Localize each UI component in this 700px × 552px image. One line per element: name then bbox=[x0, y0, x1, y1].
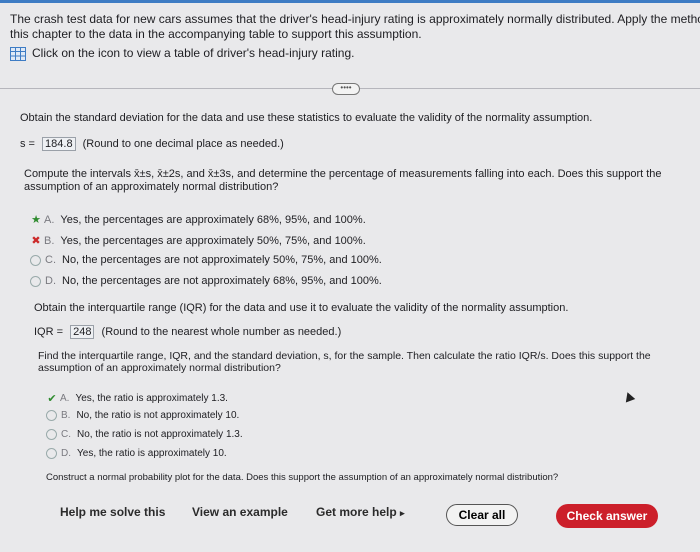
help-me-solve-button[interactable]: Help me solve this bbox=[60, 505, 165, 519]
part2-option-b[interactable]: ✖ B. Yes, the percentages are approximat… bbox=[30, 234, 366, 248]
expand-more-button[interactable]: •••• bbox=[332, 83, 360, 95]
option-letter: B. bbox=[61, 410, 71, 421]
part4-option-b[interactable]: B. No, the ratio is not approximately 10… bbox=[46, 410, 239, 421]
option-letter: C. bbox=[45, 254, 56, 266]
part4-option-d[interactable]: D. Yes, the ratio is approximately 10. bbox=[46, 448, 227, 459]
iqr-label: IQR = bbox=[34, 326, 64, 338]
option-text: Yes, the ratio is approximately 10. bbox=[77, 448, 227, 459]
data-table-link[interactable]: Click on the icon to view a table of dri… bbox=[10, 46, 700, 61]
part4-option-a[interactable]: ✔ A. Yes, the ratio is approximately 1.3… bbox=[46, 392, 228, 405]
option-text: Yes, the percentages are approximately 6… bbox=[60, 213, 366, 226]
part4-option-c[interactable]: C. No, the ratio is not approximately 1.… bbox=[46, 429, 243, 440]
option-letter: D. bbox=[61, 448, 71, 459]
data-table-link-label[interactable]: Click on the icon to view a table of dri… bbox=[32, 46, 354, 61]
part1-question: Obtain the standard deviation for the da… bbox=[20, 112, 593, 124]
part3-question: Obtain the interquartile range (IQR) for… bbox=[34, 302, 569, 314]
option-letter: A. bbox=[44, 213, 55, 226]
correct-check-icon: ★ bbox=[31, 214, 41, 226]
option-text: No, the percentages are not approximatel… bbox=[62, 275, 382, 287]
intro-line-2: this chapter to the data in the accompan… bbox=[10, 27, 422, 41]
s-hint: (Round to one decimal place as needed.) bbox=[82, 138, 284, 150]
clear-all-button[interactable]: Clear all bbox=[446, 504, 518, 526]
radio-button[interactable] bbox=[46, 448, 57, 459]
option-letter: D. bbox=[45, 275, 56, 287]
top-accent-bar bbox=[0, 0, 700, 3]
radio-button[interactable] bbox=[46, 410, 57, 421]
part2-question-line-1: Compute the intervals x̄±s, x̄±2s, and x… bbox=[24, 168, 662, 180]
incorrect-x-icon: ✖ bbox=[31, 235, 41, 247]
option-letter: C. bbox=[61, 429, 71, 440]
part2-option-d[interactable]: D. No, the percentages are not approxima… bbox=[30, 275, 382, 287]
caret-right-icon: ▸ bbox=[400, 508, 405, 518]
part5-question: Construct a normal probability plot for … bbox=[46, 472, 559, 483]
s-answer-row: s = 184.8 (Round to one decimal place as… bbox=[20, 137, 284, 151]
radio-button[interactable] bbox=[30, 254, 41, 266]
part2-option-c[interactable]: C. No, the percentages are not approxima… bbox=[30, 254, 382, 266]
correct-check-icon: ✔ bbox=[47, 393, 57, 405]
mouse-cursor-icon bbox=[622, 390, 636, 403]
option-text: No, the ratio is not approximately 1.3. bbox=[77, 429, 243, 440]
option-letter: A. bbox=[60, 393, 70, 404]
part4-question-line-1: Find the interquartile range, IQR, and t… bbox=[38, 350, 651, 362]
option-text: No, the ratio is not approximately 10. bbox=[76, 410, 240, 421]
check-answer-button[interactable]: Check answer bbox=[556, 504, 658, 528]
option-letter: B. bbox=[44, 234, 55, 247]
s-label: s = bbox=[20, 138, 35, 150]
intro-line-1: The crash test data for new cars assumes… bbox=[10, 12, 700, 26]
get-more-help-label: Get more help bbox=[316, 505, 397, 519]
table-icon[interactable] bbox=[10, 46, 26, 61]
part2-option-a[interactable]: ★ A. Yes, the percentages are approximat… bbox=[30, 213, 366, 227]
s-answer-box[interactable]: 184.8 bbox=[42, 137, 76, 151]
option-text: Yes, the percentages are approximately 5… bbox=[60, 234, 366, 247]
get-more-help-button[interactable]: Get more help ▸ bbox=[316, 505, 405, 519]
part4-question-line-2: assumption of an approximately normal di… bbox=[38, 362, 281, 374]
view-example-button[interactable]: View an example bbox=[192, 505, 288, 519]
radio-button[interactable] bbox=[46, 429, 57, 440]
iqr-hint: (Round to the nearest whole number as ne… bbox=[101, 326, 342, 338]
iqr-answer-row: IQR = 248 (Round to the nearest whole nu… bbox=[34, 325, 341, 339]
option-text: Yes, the ratio is approximately 1.3. bbox=[75, 393, 228, 404]
part4-question: Find the interquartile range, IQR, and t… bbox=[38, 350, 651, 374]
iqr-answer-box[interactable]: 248 bbox=[70, 325, 95, 339]
part2-question-line-2: assumption of an approximately normal di… bbox=[24, 181, 279, 193]
radio-button[interactable] bbox=[30, 275, 41, 287]
problem-intro: The crash test data for new cars assumes… bbox=[10, 12, 700, 61]
part2-question: Compute the intervals x̄±s, x̄±2s, and x… bbox=[24, 168, 662, 194]
option-text: No, the percentages are not approximatel… bbox=[62, 254, 382, 266]
